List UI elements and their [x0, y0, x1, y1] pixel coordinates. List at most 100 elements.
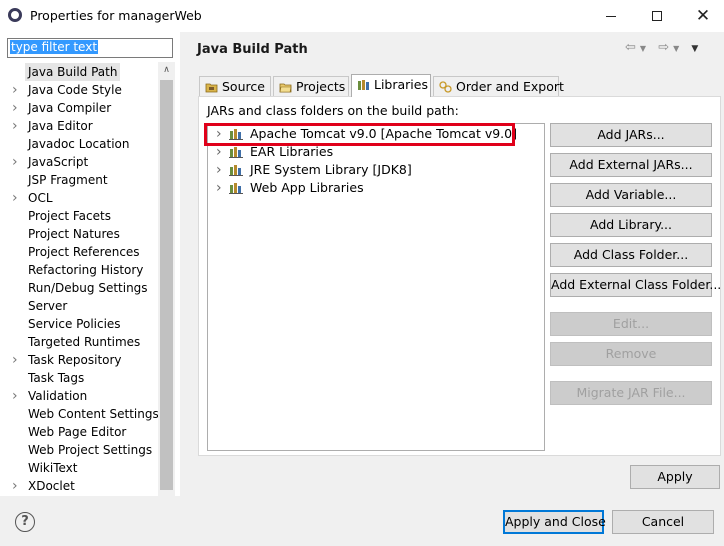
nav-tree-item[interactable]: Web Project Settings — [0, 441, 160, 459]
minimize-icon — [606, 15, 616, 17]
nav-tree-item[interactable]: WikiText — [0, 459, 160, 477]
tab-source[interactable]: Source — [199, 76, 271, 97]
library-entry[interactable]: › JRE System Library [JDK8] — [208, 161, 544, 179]
nav-tree-item[interactable]: JSP Fragment — [0, 171, 160, 189]
nav-tree-item[interactable]: Targeted Runtimes — [0, 333, 160, 351]
nav-tree-item[interactable]: Run/Debug Settings — [0, 279, 160, 297]
expand-chevron-icon[interactable]: › — [12, 117, 22, 135]
migrate-jar-button[interactable]: Migrate JAR File... — [550, 381, 712, 405]
nav-tree-item[interactable]: Refactoring History — [0, 261, 160, 279]
nav-tree-item[interactable]: Project References — [0, 243, 160, 261]
nav-tree-item-label: Project Facets — [28, 209, 111, 223]
tab-projects-label: Projects — [296, 79, 346, 94]
eclipse-app-icon — [8, 8, 22, 22]
tab-projects[interactable]: Projects — [273, 76, 349, 97]
edit-button[interactable]: Edit... — [550, 312, 712, 336]
nav-tree-item-label: Java Build Path — [25, 63, 121, 81]
nav-tree-item[interactable]: Web Content Settings — [0, 405, 160, 423]
expand-chevron-icon[interactable]: › — [216, 143, 222, 161]
nav-tree-item-label: Java Code Style — [28, 83, 122, 97]
close-button[interactable]: ✕ — [680, 0, 724, 32]
expand-chevron-icon[interactable]: › — [12, 99, 22, 117]
maximize-icon — [652, 11, 662, 21]
nav-tree-item-label: Web Page Editor — [28, 425, 127, 439]
apply-and-close-button[interactable]: Apply and Close — [503, 510, 606, 534]
jars-label: JARs and class folders on the build path… — [207, 103, 459, 118]
expand-chevron-icon[interactable]: › — [12, 387, 22, 405]
add-jars-button[interactable]: Add JARs... — [550, 123, 712, 147]
window-title: Properties for managerWeb — [30, 8, 202, 23]
nav-tree-item[interactable]: Service Policies — [0, 315, 160, 333]
nav-tree-item[interactable]: › JavaScript — [0, 153, 160, 171]
dialog-button-bar: ? Apply and Close Cancel — [0, 496, 724, 546]
source-folder-icon — [205, 83, 218, 93]
filter-input[interactable]: type filter text — [7, 38, 173, 58]
nav-tree-item-label: Javadoc Location — [28, 137, 130, 151]
minimize-button[interactable] — [588, 0, 634, 32]
tab-order-label: Order and Export — [456, 79, 564, 94]
nav-tree-item-label: XDoclet — [28, 479, 75, 493]
nav-tree-item[interactable]: › Java Compiler — [0, 99, 160, 117]
library-entry-label: JRE System Library [JDK8] — [250, 162, 412, 177]
library-entry[interactable]: › Web App Libraries — [208, 179, 544, 197]
forward-arrow-icon[interactable]: ⇨ — [658, 40, 673, 55]
help-icon[interactable]: ? — [15, 512, 35, 532]
add-external-jars-button[interactable]: Add External JARs... — [550, 153, 712, 177]
maximize-button[interactable] — [634, 0, 680, 32]
remove-button[interactable]: Remove — [550, 342, 712, 366]
back-arrow-icon[interactable]: ⇦ — [625, 40, 640, 55]
nav-tree-item[interactable]: › OCL — [0, 189, 160, 207]
nav-tree-item-label: Task Repository — [28, 353, 122, 367]
nav-tree-item[interactable]: Project Facets — [0, 207, 160, 225]
expand-chevron-icon[interactable]: › — [12, 81, 22, 99]
nav-tree-item-label: Server — [28, 299, 68, 313]
filter-input-text: type filter text — [10, 40, 99, 54]
properties-page: Java Build Path ⇦▼ ⇨▼ ▼ Source Projects … — [185, 32, 724, 496]
apply-button[interactable]: Apply — [630, 465, 720, 489]
add-variable-button[interactable]: Add Variable... — [550, 183, 712, 207]
nav-tree-item[interactable]: Task Tags — [0, 369, 160, 387]
nav-tree-item[interactable]: Server — [0, 297, 160, 315]
expand-chevron-icon[interactable]: › — [216, 179, 222, 197]
cancel-button[interactable]: Cancel — [612, 510, 714, 534]
nav-tree-item[interactable]: › XDoclet — [0, 477, 160, 495]
nav-tree-item-label: Validation — [28, 389, 88, 403]
nav-tree-item[interactable]: › Validation — [0, 387, 160, 405]
view-menu-icon[interactable]: ▼ — [691, 44, 702, 54]
expand-chevron-icon[interactable]: › — [12, 477, 22, 495]
add-external-class-folder-button[interactable]: Add External Class Folder... — [550, 273, 721, 297]
add-library-button[interactable]: Add Library... — [550, 213, 712, 237]
nav-tree-item-label: JavaScript — [28, 155, 89, 169]
expand-chevron-icon[interactable]: › — [12, 351, 22, 369]
library-entry[interactable]: › Apache Tomcat v9.0 [Apache Tomcat v9.0] — [204, 123, 544, 146]
scrollbar-thumb[interactable] — [160, 80, 173, 490]
tab-libraries-label: Libraries — [374, 77, 428, 92]
nav-tree-item-label: Refactoring History — [28, 263, 144, 277]
nav-tree-scrollbar[interactable]: ∧ ∨ — [158, 62, 175, 526]
libraries-icon — [358, 80, 369, 90]
nav-tree-item[interactable]: Java Build Path — [0, 63, 160, 81]
expand-chevron-icon[interactable]: › — [12, 189, 22, 207]
expand-chevron-icon[interactable]: › — [12, 153, 22, 171]
add-class-folder-button[interactable]: Add Class Folder... — [550, 243, 712, 267]
nav-tree-item[interactable]: Web Page Editor — [0, 423, 160, 441]
nav-tree-item[interactable]: › Java Code Style — [0, 81, 160, 99]
library-icon — [229, 183, 243, 194]
back-menu-icon[interactable]: ▼ — [640, 44, 650, 53]
library-entry[interactable]: › EAR Libraries — [208, 143, 544, 161]
forward-menu-icon[interactable]: ▼ — [673, 44, 683, 53]
title-bar: Properties for managerWeb ✕ — [0, 0, 724, 32]
nav-tree-item[interactable]: Javadoc Location — [0, 135, 160, 153]
nav-tree-item-label: Task Tags — [28, 371, 85, 385]
build-path-libraries-tree[interactable]: › Apache Tomcat v9.0 [Apache Tomcat v9.0]… — [204, 123, 545, 451]
tab-libraries[interactable]: Libraries — [351, 74, 431, 97]
tab-order-and-export[interactable]: Order and Export — [433, 76, 564, 97]
nav-tree-item-label: Run/Debug Settings — [28, 281, 148, 295]
page-navigation: ⇦▼ ⇨▼ ▼ — [625, 40, 702, 55]
nav-tree-item[interactable]: Project Natures — [0, 225, 160, 243]
library-entry-label: EAR Libraries — [250, 144, 334, 159]
nav-tree-item[interactable]: › Task Repository — [0, 351, 160, 369]
nav-tree-item[interactable]: › Java Editor — [0, 117, 160, 135]
scroll-up-icon[interactable]: ∧ — [158, 62, 175, 78]
expand-chevron-icon[interactable]: › — [216, 161, 222, 179]
